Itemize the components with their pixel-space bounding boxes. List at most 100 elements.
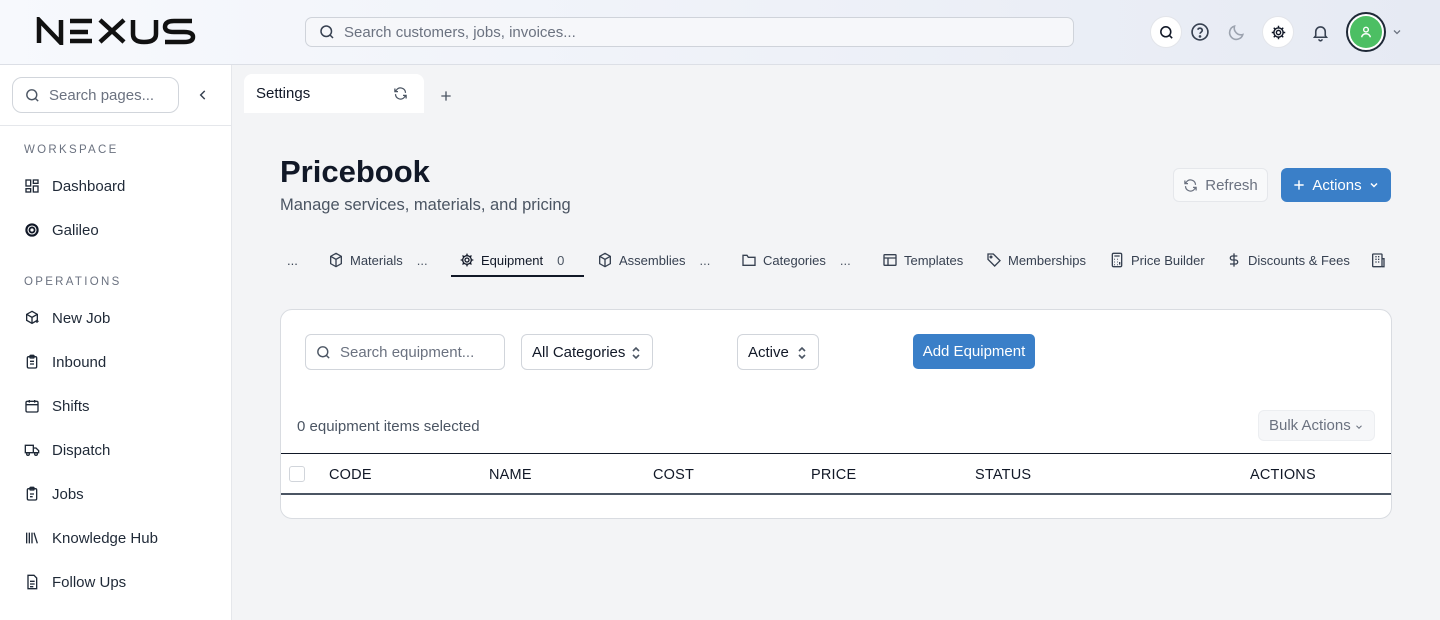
sidebar-item-follow-ups[interactable]: Follow Ups (24, 570, 126, 594)
category-select[interactable]: All Categories (521, 334, 653, 370)
section-label-workspace: WORKSPACE (24, 144, 119, 156)
box-icon (328, 252, 344, 268)
tab-categories[interactable]: Categories ... (741, 244, 851, 276)
clipboard-icon (24, 486, 40, 502)
tab-materials[interactable]: Materials ... (328, 244, 428, 276)
tab-label: Materials (350, 252, 403, 268)
tab-label: Settings (256, 85, 311, 102)
chevron-updown-icon (796, 346, 808, 360)
table-icon (882, 252, 898, 268)
sidebar-item-inbound[interactable]: Inbound (24, 350, 106, 374)
tab-label: Templates (904, 252, 964, 268)
tab-label: Equipment (481, 252, 544, 268)
tab-memberships[interactable]: Memberships (986, 244, 1086, 276)
tab-label: Price Builder (1131, 252, 1205, 268)
column-header-code[interactable]: CODE (329, 467, 372, 483)
sidebar-item-new-job[interactable]: New Job (24, 306, 110, 330)
column-header-cost[interactable]: COST (653, 467, 694, 483)
avatar (1350, 16, 1382, 48)
plus-icon (1292, 178, 1306, 192)
select-all-checkbox[interactable] (289, 466, 305, 482)
search-icon (315, 344, 332, 361)
refresh-button[interactable]: Refresh (1173, 168, 1268, 202)
status-select[interactable]: Active (737, 334, 819, 370)
sidebar-item-label: Galileo (52, 221, 99, 239)
search-icon (318, 23, 336, 41)
bulk-actions-button[interactable]: Bulk Actions (1258, 410, 1375, 441)
chevron-down-icon[interactable] (1390, 26, 1404, 38)
search-button[interactable] (1150, 16, 1182, 48)
sidebar-item-label: Dispatch (52, 441, 111, 459)
moon-icon (1227, 23, 1246, 42)
sidebar-item-label: New Job (52, 309, 111, 327)
sidebar-item-shifts[interactable]: Shifts (24, 394, 90, 418)
gear-icon (459, 252, 475, 268)
page-search-input[interactable] (49, 86, 169, 104)
add-equipment-button[interactable]: Add Equipment (913, 334, 1035, 369)
tab-label: Discounts & Fees (1248, 252, 1350, 268)
collapse-sidebar-button[interactable] (194, 86, 212, 104)
truck-icon (24, 442, 40, 458)
tab-label: ... (287, 252, 298, 268)
settings-button[interactable] (1262, 16, 1294, 48)
equipment-card: All Categories Active Add Equipment 0 eq… (280, 309, 1392, 519)
refresh-icon[interactable] (393, 86, 408, 101)
page-title: Pricebook (280, 154, 430, 189)
help-icon (1190, 22, 1210, 42)
column-header-price[interactable]: PRICE (811, 467, 856, 483)
sidebar-item-label: Jobs (52, 485, 84, 503)
equipment-search-input[interactable] (340, 343, 500, 361)
column-header-actions: ACTIONS (1250, 467, 1316, 483)
active-tab-indicator (451, 275, 584, 277)
document-icon (24, 574, 40, 590)
tab-equipment[interactable]: Equipment 0 (459, 244, 564, 276)
sidebar-item-dispatch[interactable]: Dispatch (24, 438, 110, 462)
library-icon (24, 530, 40, 546)
column-header-status[interactable]: STATUS (975, 467, 1031, 483)
box-icon (597, 252, 613, 268)
sidebar-item-jobs[interactable]: Jobs (24, 482, 84, 506)
sidebar-item-galileo[interactable]: Galileo (24, 218, 99, 242)
search-icon (1158, 24, 1175, 41)
sidebar-item-dashboard[interactable]: Dashboard (24, 174, 125, 198)
add-tab-button[interactable] (438, 88, 454, 104)
inbound-icon (24, 354, 40, 370)
category-select-value: All Categories (532, 343, 626, 361)
dashboard-icon (24, 178, 40, 194)
bell-icon (1311, 23, 1330, 42)
dollar-icon (1226, 252, 1242, 268)
calendar-icon (24, 398, 40, 414)
tab-more-left[interactable]: ... (287, 244, 298, 276)
tab-templates[interactable]: Templates (882, 244, 963, 276)
global-search[interactable] (305, 17, 1074, 47)
notifications-button[interactable] (1304, 16, 1336, 48)
tab-assemblies[interactable]: Assemblies ... (597, 244, 710, 276)
help-button[interactable] (1184, 16, 1216, 48)
global-search-input[interactable] (344, 23, 1044, 41)
tab-more-right[interactable] (1370, 244, 1392, 276)
building-icon (1370, 252, 1386, 268)
user-avatar-button[interactable] (1346, 12, 1386, 52)
nexus-logo[interactable] (36, 17, 224, 45)
page-subtitle: Manage services, materials, and pricing (280, 196, 571, 214)
tab-discounts-fees[interactable]: Discounts & Fees (1226, 244, 1350, 276)
dark-mode-toggle[interactable] (1220, 16, 1252, 48)
gear-icon (1270, 24, 1287, 41)
page-search[interactable] (12, 77, 179, 113)
tab-price-builder[interactable]: Price Builder (1109, 244, 1205, 276)
search-icon (24, 87, 41, 104)
tab-label: Assemblies (619, 252, 686, 268)
refresh-icon (1183, 178, 1198, 193)
actions-button[interactable]: Actions (1281, 168, 1391, 202)
folder-icon (741, 252, 757, 268)
equipment-search[interactable] (305, 334, 505, 370)
tab-settings[interactable]: Settings (244, 74, 424, 113)
sidebar-item-label: Follow Ups (52, 573, 127, 591)
tab-label: Memberships (1008, 252, 1087, 268)
tab-count: ... (699, 252, 711, 268)
status-select-value: Active (748, 343, 789, 361)
column-header-name[interactable]: NAME (489, 467, 532, 483)
refresh-label: Refresh (1205, 176, 1258, 194)
sidebar-item-knowledge-hub[interactable]: Knowledge Hub (24, 526, 158, 550)
section-label-operations: OPERATIONS (24, 276, 122, 288)
